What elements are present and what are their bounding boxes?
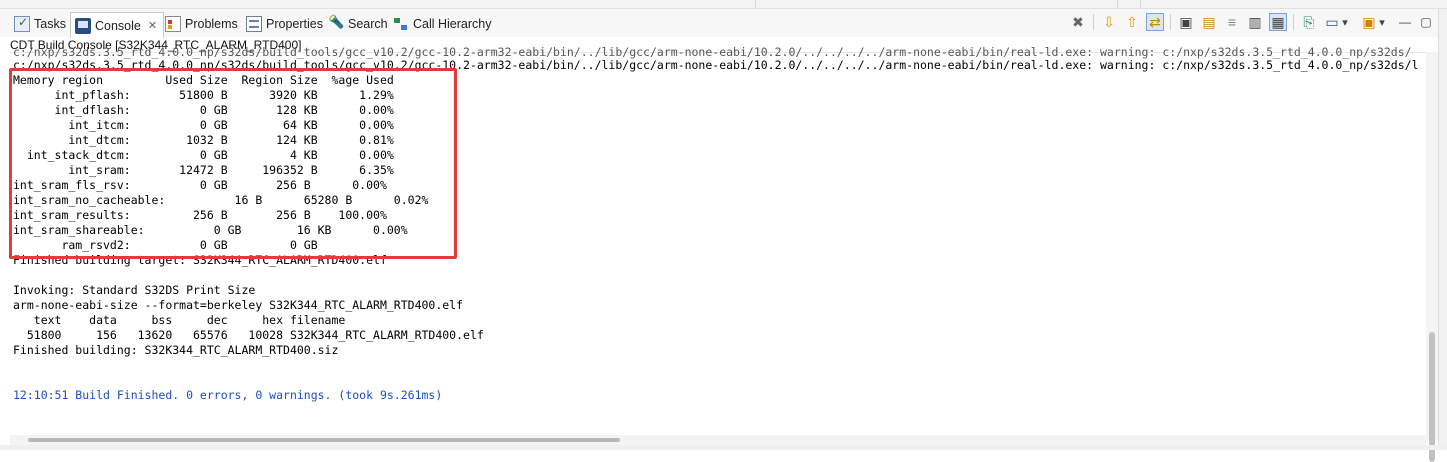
scroll-lock-icon: ⇄	[1149, 13, 1161, 30]
display-selected-console-button[interactable]: ▤	[1200, 13, 1218, 31]
open-console-button[interactable]: ⎘	[1300, 13, 1318, 31]
tab-label: Call Hierarchy	[413, 17, 492, 31]
display-icon: ▤	[1202, 13, 1216, 30]
tab-problems[interactable]: Problems	[165, 13, 238, 35]
new-console-dropdown-arrow[interactable]: ▾	[1376, 13, 1388, 31]
panel-divider	[1117, 0, 1118, 8]
tab-properties[interactable]: Properties	[246, 13, 323, 35]
view-bottom-edge	[0, 445, 1447, 450]
minimize-button[interactable]: —	[1396, 13, 1414, 31]
maximize-button[interactable]: ▢	[1417, 13, 1435, 31]
show-output-button[interactable]: ▥	[1246, 13, 1264, 31]
console-dropdown-arrow[interactable]: ▾	[1339, 13, 1351, 31]
tab-tasks[interactable]: Tasks	[14, 13, 66, 35]
tab-label: Problems	[185, 17, 238, 31]
word-wrap-button[interactable]: ≡	[1223, 13, 1241, 31]
arrow-down-icon: ⇩	[1103, 13, 1115, 30]
open-console-icon: ⎘	[1303, 13, 1315, 30]
console-icon: ▭	[1325, 13, 1339, 30]
pin-icon: ▣	[1179, 13, 1193, 30]
build-status-line: 12:10:51 Build Finished. 0 errors, 0 war…	[13, 388, 443, 402]
scroll-lock-button[interactable]: ⇄	[1146, 13, 1164, 31]
vertical-scrollbar[interactable]	[1426, 52, 1438, 462]
tab-label: Search	[348, 17, 388, 31]
console-line: arm-none-eabi-size --format=berkeley S32…	[13, 298, 464, 312]
next-error-button[interactable]: ⇩	[1100, 13, 1118, 31]
panel-divider	[755, 0, 756, 8]
clear-console-button[interactable]: ✖	[1069, 13, 1087, 31]
memory-region-highlight	[9, 68, 457, 259]
previous-error-button[interactable]: ⇧	[1123, 13, 1141, 31]
chevron-down-icon: ▾	[1342, 16, 1348, 29]
tab-label: Console	[95, 18, 141, 33]
console-line: 51800 156 13620 65576 10028 S32K344_RTC_…	[13, 328, 484, 342]
clear-icon: ✖	[1072, 13, 1084, 30]
pin-console-button[interactable]: ▣	[1177, 13, 1195, 31]
chevron-down-icon: ▾	[1379, 16, 1385, 29]
view-border	[1438, 9, 1447, 450]
problems-icon	[165, 16, 181, 32]
new-console-icon: ▣	[1362, 13, 1376, 30]
tab-label: Properties	[266, 17, 323, 31]
word-wrap-icon: ≡	[1227, 14, 1237, 30]
properties-icon	[246, 16, 262, 32]
call-hierarchy-icon	[393, 16, 409, 32]
console-line: text data bss dec hex filename	[13, 313, 346, 327]
console-line: Finished building: S32K344_RTC_ALARM_RTD…	[13, 343, 339, 357]
toolbar-separator	[1093, 14, 1094, 30]
toolbar-separator	[1293, 14, 1294, 30]
tab-call-hierarchy[interactable]: Call Hierarchy	[393, 13, 492, 35]
tab-label: Tasks	[34, 17, 66, 31]
show-error-icon: ▦	[1271, 13, 1285, 30]
search-icon	[328, 14, 344, 32]
scrollbar-thumb[interactable]	[1429, 332, 1435, 462]
tasks-icon	[14, 15, 30, 32]
panel-divider	[1140, 0, 1141, 8]
close-icon[interactable]: ✕	[148, 19, 157, 32]
tab-search[interactable]: Search	[328, 13, 388, 35]
console-line: Invoking: Standard S32DS Print Size	[13, 283, 256, 297]
maximize-icon: ▢	[1420, 15, 1432, 29]
editor-area-edge	[0, 0, 1447, 9]
show-output-icon: ▥	[1248, 13, 1262, 30]
minimize-icon: —	[1399, 15, 1411, 29]
toolbar-separator	[1170, 14, 1171, 30]
arrow-up-icon: ⇧	[1126, 13, 1138, 30]
console-icon	[75, 17, 91, 34]
show-error-button[interactable]: ▦	[1269, 13, 1287, 31]
horizontal-scrollbar[interactable]	[10, 435, 1426, 445]
tab-console[interactable]: Console ✕	[70, 12, 165, 38]
scrollbar-thumb[interactable]	[28, 438, 620, 442]
